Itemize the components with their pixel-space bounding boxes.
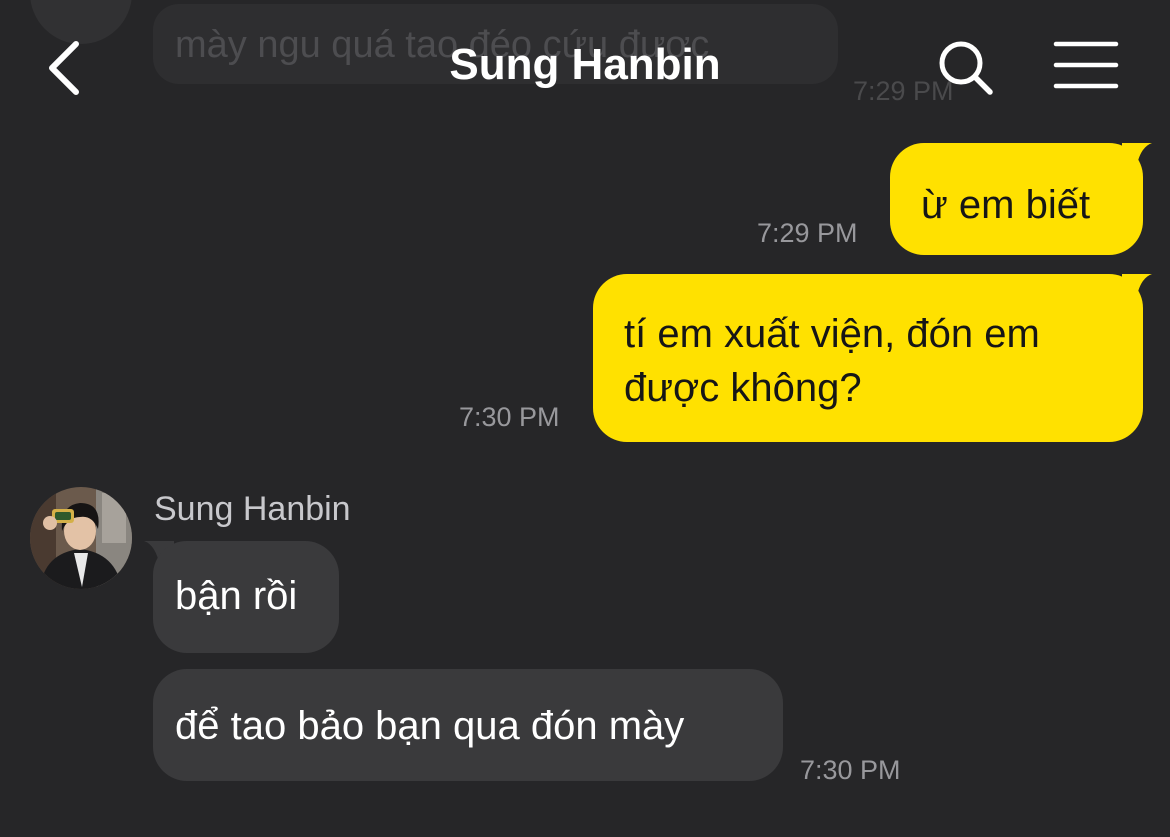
message-text: ừ em biết [921, 183, 1091, 227]
search-button[interactable] [934, 36, 998, 100]
chat-header: Sung Hanbin [0, 0, 1170, 130]
sender-avatar[interactable] [30, 487, 132, 589]
message-time: 7:30 PM [459, 402, 560, 432]
menu-button[interactable] [1052, 40, 1120, 92]
sender-name: Sung Hanbin [154, 490, 351, 528]
message-bubble-outgoing[interactable]: ừ em biết [890, 143, 1143, 255]
message-time: 7:29 PM [757, 218, 858, 248]
chat-screen: mày ngu quá tao đéo cứu được 7:29 PM Sun… [0, 0, 1170, 837]
message-text-line: được không? [624, 366, 862, 410]
search-icon [939, 41, 993, 95]
message-bubble-incoming[interactable]: để tao bảo bạn qua đón mày [153, 669, 783, 781]
message-time: 7:30 PM [800, 755, 901, 785]
message-bubble-incoming[interactable]: bận rồi [153, 541, 339, 653]
chevron-left-icon [49, 41, 79, 95]
message-text-line: tí em xuất viện, đón em [624, 312, 1040, 356]
hamburger-menu-icon [1053, 41, 1119, 89]
back-button[interactable] [40, 38, 96, 98]
message-bubble-outgoing[interactable]: tí em xuất viện, đón em được không? [593, 274, 1143, 442]
profile-photo [30, 487, 132, 589]
message-text: để tao bảo bạn qua đón mày [175, 704, 685, 748]
message-text: bận rồi [175, 574, 298, 618]
